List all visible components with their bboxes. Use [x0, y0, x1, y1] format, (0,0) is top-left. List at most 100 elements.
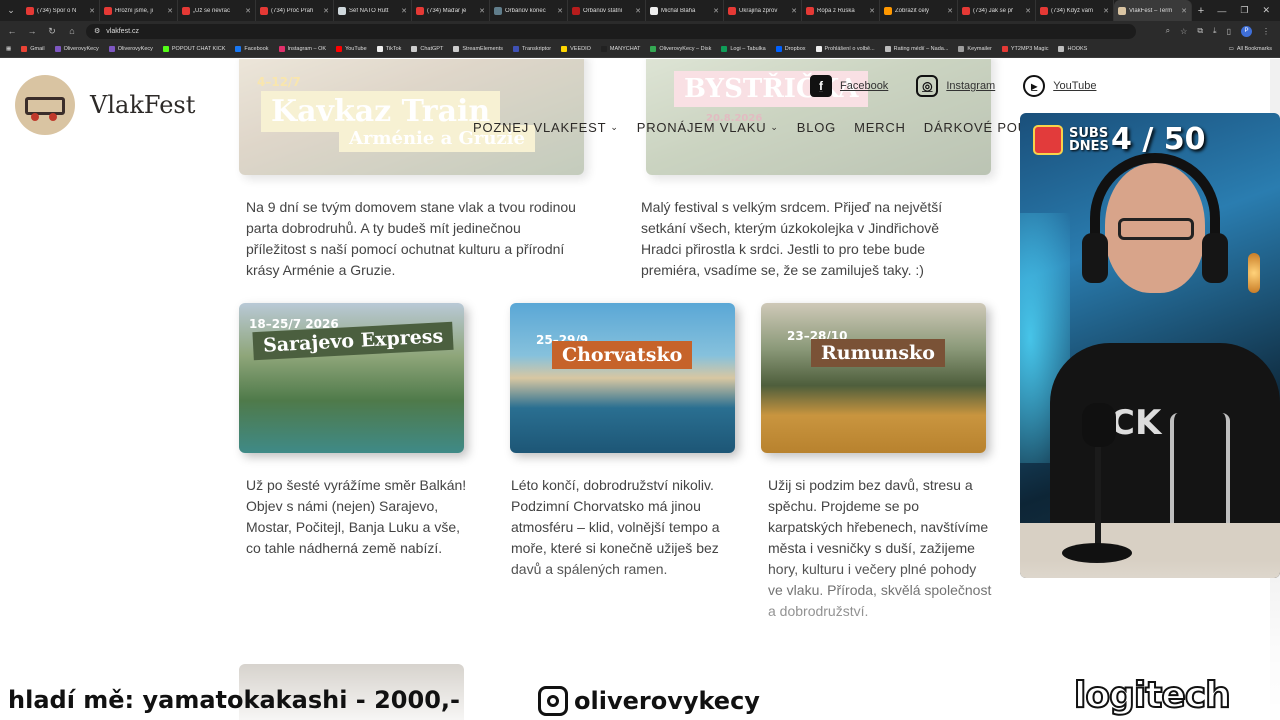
browser-tab[interactable]: VlakFest – Term ✕: [1114, 0, 1192, 21]
bookmark-item[interactable]: MANYCHAT: [600, 46, 640, 52]
close-tab-icon[interactable]: ✕: [167, 7, 173, 15]
facebook-icon: f: [810, 75, 832, 97]
browser-tab[interactable]: (734) Jak se př ✕: [958, 0, 1036, 21]
browser-tab[interactable]: (734) Maďar je ✕: [412, 0, 490, 21]
browser-tab[interactable]: (734) Proč Prah ✕: [256, 0, 334, 21]
reload-icon[interactable]: ↻: [46, 26, 58, 37]
bookmark-item[interactable]: Prohlášení o volbě...: [815, 46, 875, 52]
close-tab-icon[interactable]: ✕: [557, 7, 563, 15]
card-image-kavkaz[interactable]: 4–12/7 Kavkaz Train Arménie a Gruzie: [239, 59, 584, 175]
bookmark-item[interactable]: Keymailer: [958, 46, 992, 52]
facebook-link[interactable]: f Facebook: [810, 75, 888, 97]
bookmark-item[interactable]: Rating médií – Nada...: [884, 46, 948, 52]
bookmark-item[interactable]: YT2MP3 Magic: [1001, 46, 1049, 52]
bookmark-favicon-icon: [278, 46, 285, 52]
close-tab-icon[interactable]: ✕: [89, 7, 95, 15]
bookmark-item[interactable]: Dropbox: [775, 46, 806, 52]
menu-dots-icon[interactable]: ⋮: [1262, 27, 1270, 36]
bookmark-item[interactable]: Transkriptor: [512, 46, 551, 52]
browser-tab[interactable]: Michal Bláha ✕: [646, 0, 724, 21]
bookmark-list: Gmail OliverovyKecy OliverovyKecy POPOUT CH…: [21, 46, 1087, 52]
site-info-icon[interactable]: ⚙: [94, 27, 100, 35]
sidepanel-icon[interactable]: ▯: [1227, 27, 1231, 36]
browser-tab[interactable]: Hrozní jsme, ji ✕: [100, 0, 178, 21]
extensions-icon[interactable]: ⧉: [1197, 26, 1203, 36]
close-tab-icon[interactable]: ✕: [791, 7, 797, 15]
nav-blog[interactable]: BLOG: [797, 120, 836, 135]
bookmark-item[interactable]: OliverovyKecy: [108, 46, 153, 52]
close-tab-icon[interactable]: ✕: [713, 7, 719, 15]
tab-search-icon[interactable]: ⌄: [0, 0, 22, 21]
browser-tab[interactable]: Zobrazit celý ✕: [880, 0, 958, 21]
nav-pronajem-vlaku[interactable]: PRONÁJEM VLAKU ⌄: [637, 120, 779, 135]
close-tab-icon[interactable]: ✕: [1181, 7, 1187, 15]
browser-tab[interactable]: „Už se nevrac ✕: [178, 0, 256, 21]
bookmark-star-icon[interactable]: ☆: [1180, 27, 1187, 36]
profile-avatar[interactable]: P: [1241, 25, 1252, 37]
close-window-icon[interactable]: ✕: [1262, 5, 1270, 16]
bookmark-label: Keymailer: [967, 46, 992, 52]
nav-poznej-vlakfest[interactable]: POZNEJ VLAKFEST ⌄: [473, 120, 619, 135]
close-tab-icon[interactable]: ✕: [401, 7, 407, 15]
bookmark-label: YT2MP3 Magic: [1010, 46, 1049, 52]
bookmark-label: OliverovyKecy – Disk: [659, 46, 712, 52]
apps-grid-icon[interactable]: ▦: [6, 46, 11, 52]
bookmark-item[interactable]: OliverovyKecy: [54, 46, 99, 52]
card-image-chorvatsko[interactable]: 25–29/9 Chorvatsko: [510, 303, 735, 453]
browser-tab[interactable]: Orbánův konec ✕: [490, 0, 568, 21]
instagram-link[interactable]: ◎ Instagram: [916, 75, 995, 97]
bookmark-item[interactable]: StreamElements: [453, 46, 503, 52]
browser-tab[interactable]: (734) Spor o N ✕: [22, 0, 100, 21]
browser-tab[interactable]: (734) Když vám ✕: [1036, 0, 1114, 21]
home-icon[interactable]: ⌂: [66, 26, 78, 36]
tab-label: Ukrajina zprov: [739, 7, 778, 14]
minimize-icon[interactable]: —: [1217, 6, 1226, 16]
instagram-label: Instagram: [946, 80, 996, 92]
browser-tab[interactable]: Ropa z Ruska ✕: [802, 0, 880, 21]
browser-tab[interactable]: Šéf NATO Rutt ✕: [334, 0, 412, 21]
bookmark-item[interactable]: VEEDIO: [561, 46, 591, 52]
back-icon[interactable]: ←: [6, 26, 18, 36]
forward-icon[interactable]: →: [26, 26, 38, 36]
close-tab-icon[interactable]: ✕: [245, 7, 251, 15]
microphone-icon: [1062, 403, 1132, 573]
close-tab-icon[interactable]: ✕: [635, 7, 641, 15]
close-tab-icon[interactable]: ✕: [869, 7, 875, 15]
close-tab-icon[interactable]: ✕: [947, 7, 953, 15]
bookmark-item[interactable]: Facebook: [235, 46, 269, 52]
browser-tab[interactable]: Ukrajina zprov ✕: [724, 0, 802, 21]
tab-favicon-icon: [884, 6, 892, 15]
bookmark-favicon-icon: [561, 46, 568, 52]
bookmark-item[interactable]: Logi – Tabulka: [721, 46, 766, 52]
bookmark-item[interactable]: Instagram – OK: [278, 46, 326, 52]
new-tab-button[interactable]: +: [1192, 5, 1210, 17]
url-field[interactable]: ⚙ vlakfest.cz: [86, 23, 1136, 39]
bookmark-item[interactable]: OliverovyKecy – Disk: [650, 46, 711, 52]
browser-tab[interactable]: Orbánův státní ✕: [568, 0, 646, 21]
site-logo[interactable]: VlakFest: [15, 75, 195, 135]
tab-label: Michal Bláha: [661, 7, 696, 14]
close-tab-icon[interactable]: ✕: [479, 7, 485, 15]
maximize-icon[interactable]: ❐: [1240, 5, 1248, 16]
card-image-rumunsko[interactable]: 23–28/10 Rumunsko: [761, 303, 986, 453]
close-tab-icon[interactable]: ✕: [323, 7, 329, 15]
main-navigation: POZNEJ VLAKFEST ⌄ PRONÁJEM VLAKU ⌄ BLOG ME…: [473, 120, 1047, 135]
tab-label: „Už se nevrac: [193, 7, 231, 14]
nav-merch[interactable]: MERCH: [854, 120, 906, 135]
bookmark-favicon-icon: [411, 46, 418, 52]
youtube-link[interactable]: ▶ YouTube: [1023, 75, 1096, 97]
zoom-icon[interactable]: ⌕: [1166, 26, 1170, 36]
bookmark-item[interactable]: HOOKS: [1058, 46, 1087, 52]
card-image-sarajevo[interactable]: 18–25/7 2026 Sarajevo Express: [239, 303, 464, 453]
close-tab-icon[interactable]: ✕: [1103, 7, 1109, 15]
bookmark-item[interactable]: ChatGPT: [411, 46, 443, 52]
close-tab-icon[interactable]: ✕: [1025, 7, 1031, 15]
bookmark-label: ChatGPT: [420, 46, 444, 52]
downloads-icon[interactable]: ⤓: [1213, 26, 1217, 36]
bookmark-item[interactable]: POPOUT CHAT KICK: [162, 46, 225, 52]
tab-list: (734) Spor o N ✕ Hrozní jsme, ji ✕ „Už se ne…: [22, 0, 1192, 21]
bookmark-item[interactable]: YouTube: [336, 46, 367, 52]
all-bookmarks-link[interactable]: ▭ All Bookmarks: [1229, 46, 1280, 52]
bookmark-item[interactable]: Gmail: [21, 46, 45, 52]
bookmark-item[interactable]: TikTok: [376, 46, 401, 52]
